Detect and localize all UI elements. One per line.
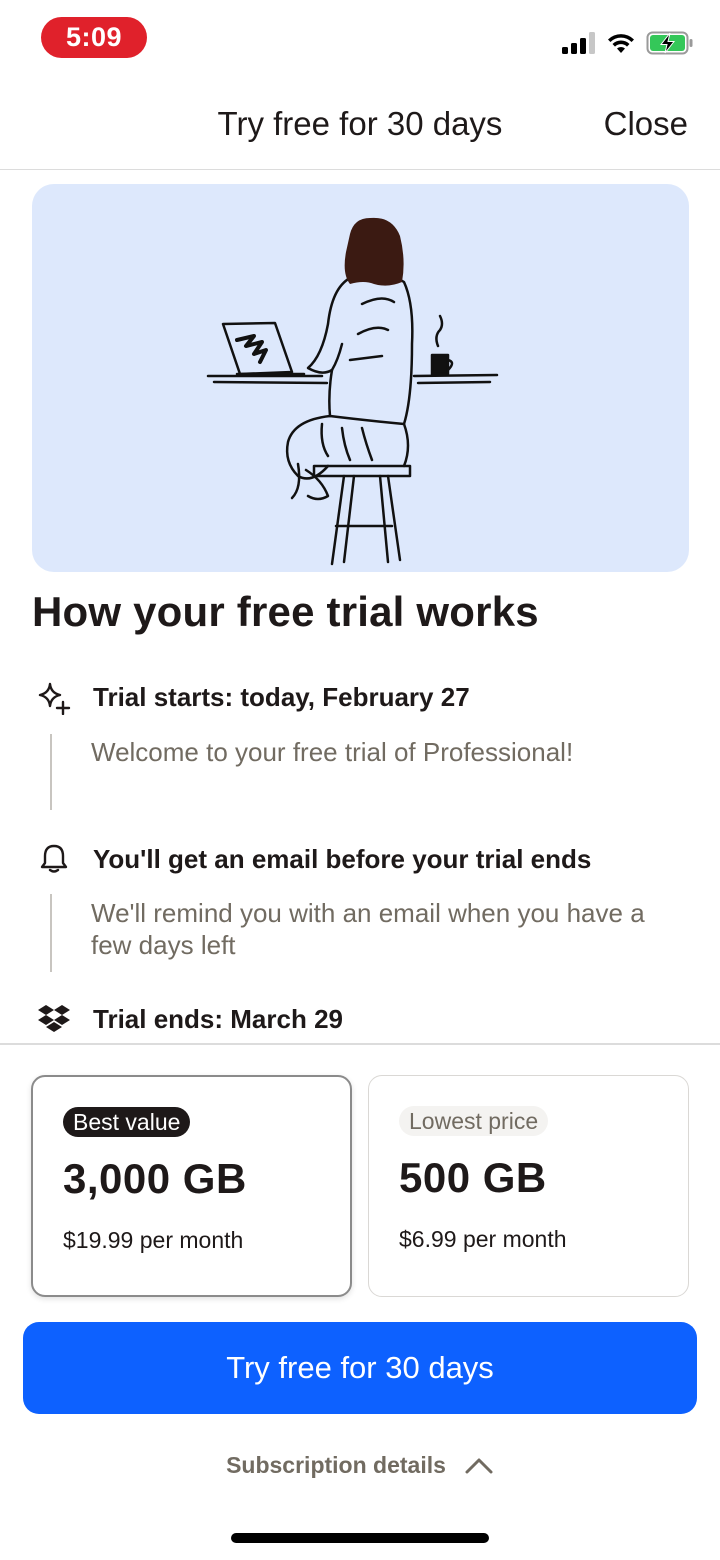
sparkle-icon [36, 680, 72, 716]
timeline-connector [50, 894, 52, 972]
hero-illustration [32, 184, 689, 572]
home-indicator [231, 1533, 489, 1543]
subscription-details-label: Subscription details [226, 1452, 446, 1478]
plan-card-3000gb[interactable]: Best value 3,000 GB $19.99 per month [31, 1075, 352, 1297]
person-at-laptop-illustration [206, 217, 499, 566]
status-bar: 5:09 [0, 0, 720, 80]
step-description: We'll remind you with an email when you … [91, 898, 645, 960]
status-time: 5:09 [41, 17, 147, 58]
dropbox-icon [36, 1001, 72, 1037]
bell-icon [36, 840, 72, 876]
try-free-button[interactable]: Try free for 30 days [23, 1322, 697, 1414]
plan-size: 500 GB [399, 1154, 547, 1201]
step-title: Trial starts: today, February 27 [93, 682, 470, 712]
cellular-signal-icon [562, 32, 595, 54]
timeline-connector [50, 734, 52, 810]
badge-lowest-price: Lowest price [399, 1106, 549, 1136]
subscription-details-toggle[interactable]: Subscription details [0, 1452, 720, 1479]
plan-price: $6.99 per month [399, 1226, 567, 1252]
chevron-up-icon [465, 1458, 493, 1473]
close-button[interactable]: Close [604, 105, 688, 143]
status-icons [562, 28, 694, 58]
badge-best-value: Best value [63, 1107, 191, 1137]
wifi-icon [608, 34, 634, 53]
plan-size: 3,000 GB [63, 1155, 247, 1202]
step-title: You'll get an email before your trial en… [93, 844, 592, 874]
section-title: How your free trial works [32, 588, 539, 635]
step-description: Welcome to your free trial of Profession… [91, 737, 574, 767]
step-title: Trial ends: March 29 [93, 1004, 343, 1034]
plan-card-500gb[interactable]: Lowest price 500 GB $6.99 per month [368, 1075, 689, 1297]
battery-charging-icon [646, 31, 693, 55]
divider [0, 1043, 720, 1045]
header: Try free for 30 days Close [0, 80, 720, 170]
plan-price: $19.99 per month [63, 1227, 244, 1253]
